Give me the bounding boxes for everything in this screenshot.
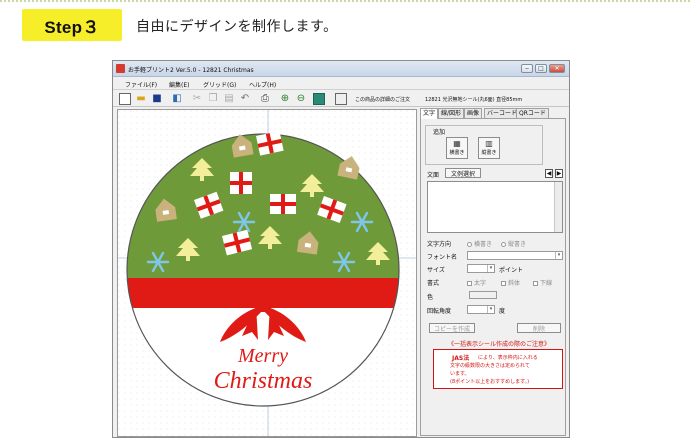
tutorial-step: Step３ 自由にデザインを制作します。 お手軽プリント2 Ver.5.0 - … [0, 0, 690, 440]
next-arrow-button[interactable]: ▶ [555, 169, 563, 178]
bold-checkbox[interactable]: 太字 [467, 278, 486, 287]
close-button[interactable]: ✕ [549, 64, 565, 73]
notice-line-2: 文字の級数限の大きさは定められて [450, 363, 530, 369]
rotation-label: 回転角度 [427, 308, 452, 315]
add-text-group: 追加 ▦ 横書き ▥ 縦書き [425, 125, 543, 165]
text-scrollbar[interactable] [554, 182, 562, 232]
notice-title: 《一括表示シール作成の際のご注意》 [447, 341, 550, 348]
menu-edit[interactable]: 編集(E) [169, 80, 189, 89]
copy-icon[interactable]: ❐ [207, 93, 219, 105]
step-description: 自由にデザインを制作します。 [136, 19, 338, 35]
top-divider [0, 0, 690, 2]
app-window: お手軽プリント2 Ver.5.0 - 12821 Christmas ‒ □ ✕… [112, 60, 570, 438]
notice-line-1: により、表示枠内に入れる [478, 355, 538, 361]
notice-line-3: います。 [450, 371, 470, 377]
notice-line-4: (8ポイント以上をおすすめします。) [450, 379, 530, 385]
add-group-label: 追加 [432, 127, 447, 136]
color-picker[interactable] [469, 291, 497, 299]
size-unit: ポイント [499, 267, 524, 274]
tab-image[interactable]: 画像 [464, 108, 483, 118]
sample-select-button[interactable]: 文例選択 [445, 168, 481, 178]
radio-circle [467, 242, 472, 247]
open-folder-icon[interactable]: ▬ [135, 93, 147, 105]
minimize-button[interactable]: ‒ [521, 64, 533, 73]
underline-checkbox[interactable]: 下線 [533, 278, 552, 287]
horizontal-text-icon: ▦ [453, 139, 461, 148]
delete-button[interactable]: 削除 [517, 323, 561, 333]
properties-panel: 文字 線/図形 画像 バーコード QRコード 追加 ▦ 横書き ▥ 縦書き 文面… [420, 108, 568, 437]
vertical-text-icon: ▥ [485, 139, 493, 148]
chevron-down-icon: ▾ [487, 306, 494, 313]
menu-grid[interactable]: グリッド(G) [203, 80, 236, 89]
new-file-icon[interactable] [119, 93, 131, 105]
notice-box: JAS法 により、表示枠内に入れる 文字の級数限の大きさは定められて います。 … [433, 349, 563, 389]
rotation-unit: 度 [499, 308, 506, 315]
menu-bar: ファイル(F) 編集(E) グリッド(G) ヘルプ(H) [113, 77, 569, 89]
product-detail-label: この商品の詳細のご注文 [355, 97, 411, 103]
size-label: サイズ [427, 267, 445, 274]
tab-barcode[interactable]: バーコード [484, 108, 521, 118]
add-horizontal-button[interactable]: ▦ 横書き [446, 137, 468, 159]
rotation-select[interactable]: ▾ [467, 305, 495, 314]
window-title: お手軽プリント2 Ver.5.0 - 12821 Christmas [128, 67, 254, 74]
direction-vertical-radio[interactable]: 縦書き [501, 239, 526, 248]
paste-icon[interactable]: ▤ [223, 93, 235, 105]
font-name-label: フォント名 [427, 254, 458, 261]
greeting-line-1: Merry [237, 345, 288, 367]
menu-file[interactable]: ファイル(F) [125, 80, 157, 89]
copy-create-button[interactable]: コピーを作成 [429, 323, 475, 333]
tab-qrcode[interactable]: QRコード [516, 108, 549, 118]
zoom-out-icon[interactable]: ⊖ [295, 93, 307, 105]
save-icon[interactable]: ■ [151, 93, 163, 105]
text-content-input[interactable] [427, 181, 563, 233]
undo-icon[interactable]: ↶ [239, 93, 251, 105]
sticker-design: Merry Christmas [118, 110, 416, 436]
tab-text[interactable]: 文字 [420, 108, 439, 119]
horizontal-button-label: 横書き [449, 150, 465, 156]
checkbox-box [467, 281, 472, 286]
copy-to-icon[interactable]: ◧ [171, 93, 183, 105]
tab-shapes[interactable]: 線/図形 [438, 108, 465, 118]
text-tab-body: 追加 ▦ 横書き ▥ 縦書き 文面 文例選択 ◀ ▶ 文字方向 横書き 縦書き … [420, 118, 566, 436]
color-label: 色 [427, 294, 434, 301]
add-vertical-button[interactable]: ▥ 縦書き [478, 137, 500, 159]
text-content-label: 文面 [427, 172, 440, 179]
bold-text: 太字 [474, 280, 487, 287]
title-bar: お手軽プリント2 Ver.5.0 - 12821 Christmas ‒ □ ✕ [113, 61, 569, 77]
menu-help[interactable]: ヘルプ(H) [249, 80, 276, 89]
italic-text: 斜体 [508, 280, 521, 287]
direction-v-text: 縦書き [508, 241, 527, 248]
font-name-select[interactable]: ▾ [467, 251, 563, 260]
app-icon [116, 64, 125, 73]
direction-label: 文字方向 [427, 241, 452, 248]
greeting-line-2: Christmas [214, 368, 313, 394]
fit-view-icon[interactable] [313, 93, 325, 105]
prev-arrow-button[interactable]: ◀ [545, 169, 553, 178]
checkbox-box [533, 281, 538, 286]
vertical-button-label: 縦書き [481, 150, 497, 156]
radio-circle [501, 242, 506, 247]
notice-heading: JAS法 [452, 355, 470, 362]
chevron-down-icon: ▾ [487, 265, 494, 272]
italic-checkbox[interactable]: 斜体 [501, 278, 520, 287]
cut-icon[interactable]: ✂ [191, 93, 203, 105]
style-label: 書式 [427, 280, 440, 287]
zoom-in-icon[interactable]: ⊕ [279, 93, 291, 105]
step-badge: Step３ [22, 9, 122, 41]
maximize-button[interactable]: □ [535, 64, 547, 73]
preview-icon[interactable] [335, 93, 347, 105]
design-canvas[interactable]: Merry Christmas [117, 109, 417, 437]
font-size-select[interactable]: ▾ [467, 264, 495, 273]
checkbox-box [501, 281, 506, 286]
direction-horizontal-radio[interactable]: 横書き [467, 239, 492, 248]
product-info: 12821 光沢無地シール(丸6面) 直径85mm [425, 97, 523, 103]
chevron-down-icon: ▾ [555, 252, 562, 259]
print-icon[interactable]: ⎙ [259, 93, 271, 105]
toolbar: ▬ ■ ◧ ✂ ❐ ▤ ↶ ⎙ ⊕ ⊖ この商品の詳細のご注文 12821 光沢… [113, 89, 569, 107]
direction-h-text: 横書き [474, 241, 493, 248]
underline-text: 下線 [540, 280, 553, 287]
